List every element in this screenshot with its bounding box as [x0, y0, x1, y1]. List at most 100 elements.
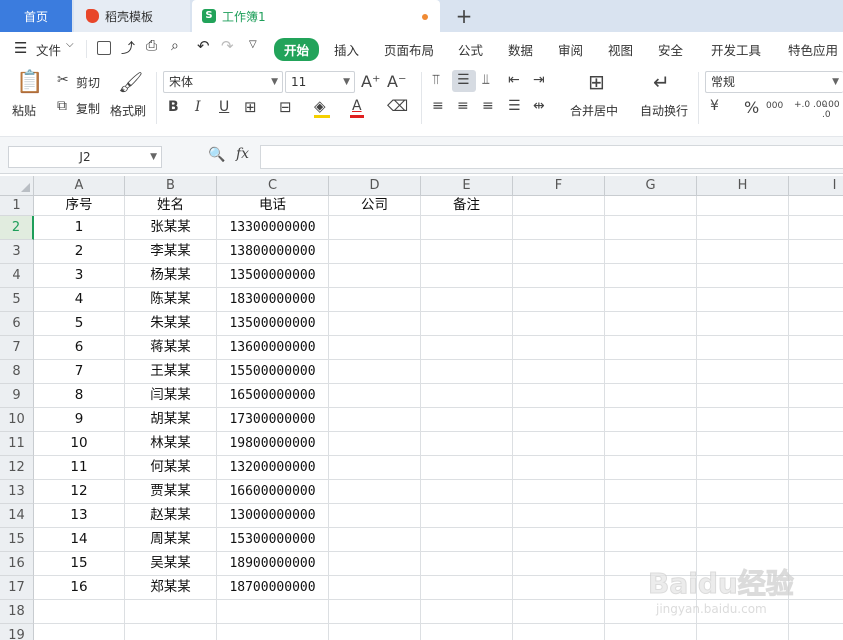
table-cell[interactable] [421, 600, 513, 624]
menu-data[interactable]: 数据 [508, 40, 533, 59]
row-header-11[interactable]: 11 [0, 432, 34, 456]
paste-button[interactable]: 粘贴 [12, 102, 36, 119]
eraser-icon[interactable]: ⌫ [387, 97, 408, 115]
table-cell[interactable] [789, 264, 843, 288]
table-cell[interactable] [421, 432, 513, 456]
table-cell[interactable]: 12 [34, 480, 125, 504]
table-cell[interactable]: 4 [34, 288, 125, 312]
distributed-icon[interactable]: ⇹ [533, 98, 545, 114]
column-header-d[interactable]: D [329, 176, 421, 196]
new-tab-button[interactable]: + [452, 0, 476, 32]
fill-color-icon[interactable]: ◈ [314, 97, 326, 115]
decrease-decimal-button[interactable]: -.00 .0 [822, 100, 843, 120]
table-cell[interactable] [421, 360, 513, 384]
table-cell[interactable]: 19800000000 [217, 432, 329, 456]
table-cell[interactable]: 15 [34, 552, 125, 576]
table-cell[interactable] [605, 384, 697, 408]
auto-wrap-button[interactable]: 自动换行 [640, 102, 688, 119]
scissors-icon[interactable]: ✂ [57, 72, 69, 88]
table-cell[interactable] [329, 624, 421, 640]
table-cell[interactable] [421, 312, 513, 336]
decrease-indent-icon[interactable]: ⇤ [508, 72, 520, 88]
header-cell[interactable]: 公司 [329, 196, 421, 216]
tab-workbook[interactable]: S 工作簿1 [192, 0, 440, 32]
table-cell[interactable] [789, 216, 843, 240]
table-cell[interactable] [421, 552, 513, 576]
table-cell[interactable] [125, 624, 217, 640]
header-cell[interactable]: 电话 [217, 196, 329, 216]
table-cell[interactable] [789, 312, 843, 336]
table-cell[interactable]: 13000000000 [217, 504, 329, 528]
row-header-12[interactable]: 12 [0, 456, 34, 480]
table-cell[interactable]: 何某某 [125, 456, 217, 480]
table-cell[interactable] [789, 432, 843, 456]
menu-special-apps[interactable]: 特色应用 [788, 40, 838, 59]
table-cell[interactable] [697, 456, 789, 480]
table-cell[interactable] [789, 408, 843, 432]
table-cell[interactable] [329, 576, 421, 600]
table-cell[interactable]: 17300000000 [217, 408, 329, 432]
table-cell[interactable] [329, 408, 421, 432]
table-cell[interactable] [697, 312, 789, 336]
table-cell[interactable]: 16500000000 [217, 384, 329, 408]
align-top-icon[interactable]: ⫪ [432, 72, 440, 88]
table-cell[interactable] [329, 432, 421, 456]
table-cell[interactable]: 1 [34, 216, 125, 240]
table-cell[interactable] [513, 624, 605, 640]
table-cell[interactable] [421, 528, 513, 552]
italic-button[interactable]: I [195, 99, 201, 115]
row-header-6[interactable]: 6 [0, 312, 34, 336]
table-cell[interactable]: 杨某某 [125, 264, 217, 288]
print-preview-icon[interactable]: ⌕ [171, 38, 179, 54]
table-cell[interactable] [697, 288, 789, 312]
merge-cells-icon[interactable]: ⊞ [588, 70, 605, 94]
menu-security[interactable]: 安全 [658, 40, 683, 59]
borders-icon[interactable]: ⊞ [244, 98, 257, 116]
table-cell[interactable] [789, 528, 843, 552]
menu-developer[interactable]: 开发工具 [711, 40, 761, 59]
row-header-4[interactable]: 4 [0, 264, 34, 288]
table-cell[interactable]: 18900000000 [217, 552, 329, 576]
table-cell[interactable] [421, 384, 513, 408]
align-right-icon[interactable]: ≡ [482, 98, 494, 114]
table-cell[interactable]: 13500000000 [217, 312, 329, 336]
table-cell[interactable] [605, 432, 697, 456]
table-cell[interactable]: 13300000000 [217, 216, 329, 240]
justify-icon[interactable]: ☰ [508, 98, 521, 114]
table-cell[interactable] [697, 432, 789, 456]
table-cell[interactable] [513, 240, 605, 264]
table-cell[interactable] [697, 504, 789, 528]
table-cell[interactable] [789, 384, 843, 408]
column-header-c[interactable]: C [217, 176, 329, 196]
table-cell[interactable] [605, 360, 697, 384]
table-cell[interactable] [513, 552, 605, 576]
table-cell[interactable]: 陈某某 [125, 288, 217, 312]
table-cell[interactable]: 9 [34, 408, 125, 432]
table-cell[interactable] [513, 576, 605, 600]
table-cell[interactable] [513, 432, 605, 456]
table-cell[interactable]: 11 [34, 456, 125, 480]
table-cell[interactable] [789, 504, 843, 528]
table-cell[interactable]: 2 [34, 240, 125, 264]
table-cell[interactable]: 闫某某 [125, 384, 217, 408]
cell-style-icon[interactable]: ⊟ [279, 98, 292, 116]
column-header-e[interactable]: E [421, 176, 513, 196]
table-cell[interactable] [789, 480, 843, 504]
underline-button[interactable]: U [219, 99, 229, 115]
table-cell[interactable] [605, 312, 697, 336]
align-bottom-icon[interactable]: ⫫ [482, 72, 490, 88]
thousands-separator-button[interactable]: 000 [766, 101, 783, 111]
save-icon[interactable] [97, 41, 111, 55]
table-cell[interactable] [125, 600, 217, 624]
align-left-icon[interactable]: ≡ [432, 98, 444, 114]
table-cell[interactable] [329, 456, 421, 480]
table-cell[interactable] [697, 528, 789, 552]
table-cell[interactable] [605, 456, 697, 480]
column-header-h[interactable]: H [697, 176, 789, 196]
merge-center-button[interactable]: 合并居中 [570, 102, 618, 119]
row-header-5[interactable]: 5 [0, 288, 34, 312]
table-cell[interactable]: 13500000000 [217, 264, 329, 288]
menu-file[interactable]: 文件 [36, 40, 61, 59]
table-cell[interactable] [329, 216, 421, 240]
table-cell[interactable] [513, 360, 605, 384]
